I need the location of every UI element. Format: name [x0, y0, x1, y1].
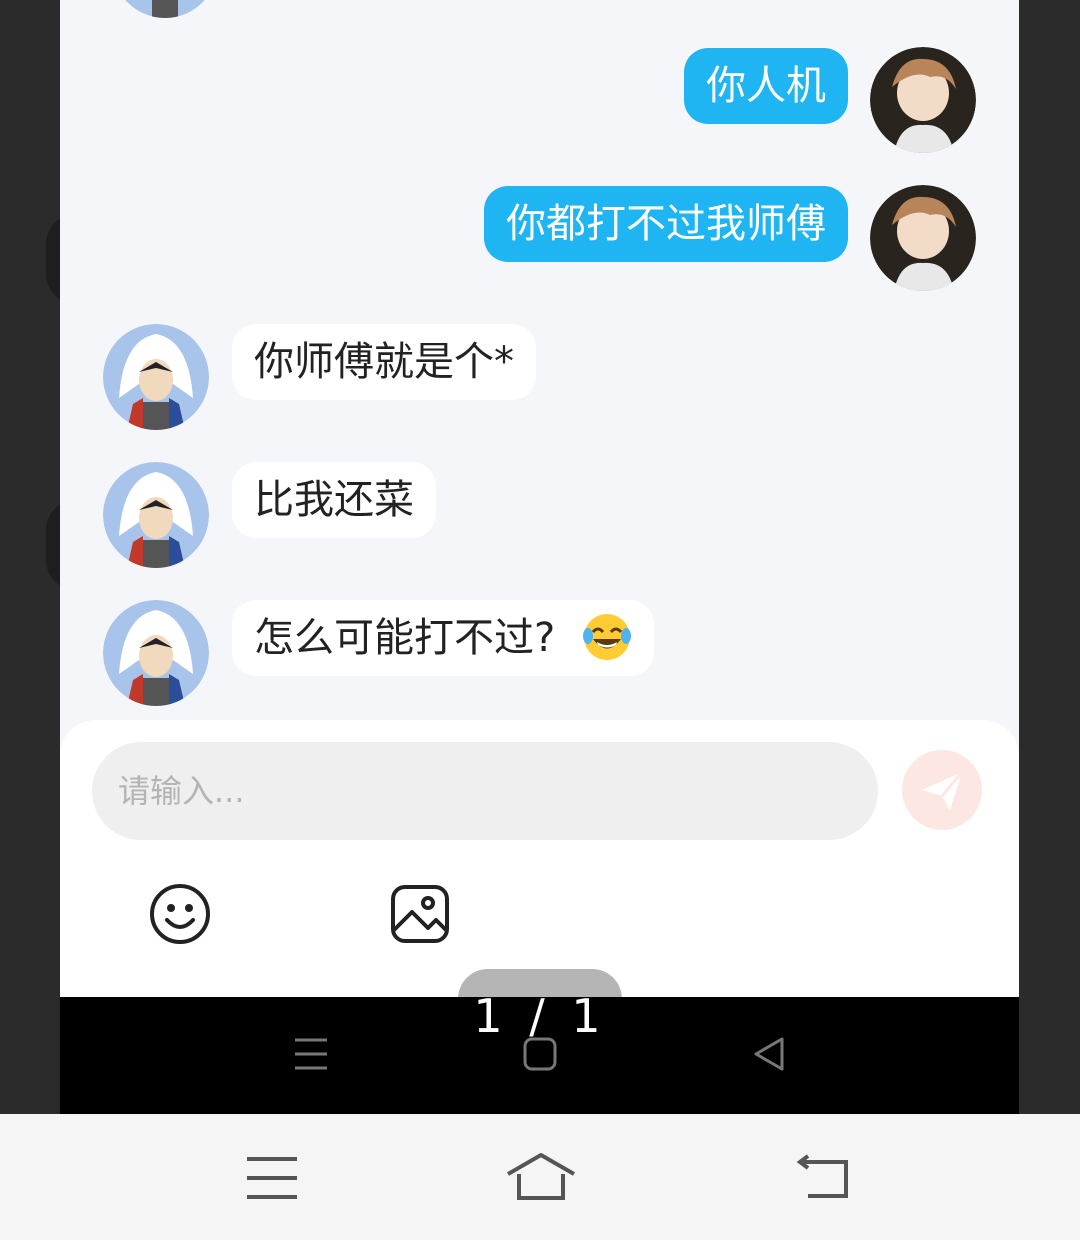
send-button[interactable] — [902, 750, 982, 830]
menu-icon[interactable] — [294, 1037, 328, 1071]
contact-avatar[interactable] — [112, 0, 218, 18]
message-text: 你都打不过我师傅 — [506, 201, 826, 247]
image-button[interactable] — [388, 882, 452, 946]
message-text: 你师傅就是个* — [254, 339, 514, 385]
home-icon[interactable] — [505, 1152, 577, 1202]
contact-avatar[interactable] — [103, 600, 209, 706]
contact-avatar[interactable] — [103, 324, 209, 430]
contact-avatar[interactable] — [103, 462, 209, 568]
message-bubble-incoming[interactable]: 怎么可能打不过? — [232, 600, 654, 676]
back-icon[interactable] — [796, 1154, 852, 1200]
chat-screen: 你人机 你都打不过我师傅 你师傅就是个* 比我还菜 怎么可能打不过? — [60, 0, 1019, 997]
message-bubble-outgoing[interactable]: 你人机 — [684, 48, 848, 124]
laughing-tears-emoji-icon — [582, 614, 631, 660]
message-bubble-incoming[interactable]: 比我还菜 — [232, 462, 436, 538]
message-input[interactable] — [92, 742, 878, 840]
message-composer — [60, 720, 1019, 997]
image-icon — [391, 885, 449, 943]
message-bubble-outgoing[interactable]: 你都打不过我师傅 — [484, 186, 848, 262]
user-avatar[interactable] — [870, 185, 976, 291]
message-text: 你人机 — [706, 63, 826, 109]
message-text: 比我还菜 — [254, 477, 414, 523]
menu-icon[interactable] — [246, 1156, 298, 1200]
send-icon — [922, 771, 964, 810]
emoji-icon — [150, 884, 210, 944]
message-text: 怎么可能打不过? — [254, 615, 556, 661]
back-icon[interactable] — [752, 1037, 786, 1071]
user-avatar[interactable] — [870, 47, 976, 153]
message-bubble-incoming[interactable]: 你师傅就是个* — [232, 324, 536, 400]
emoji-button[interactable] — [148, 882, 212, 946]
page-indicator: 1 / 1 — [473, 989, 607, 1043]
device-navigation-bar — [0, 1114, 1080, 1240]
